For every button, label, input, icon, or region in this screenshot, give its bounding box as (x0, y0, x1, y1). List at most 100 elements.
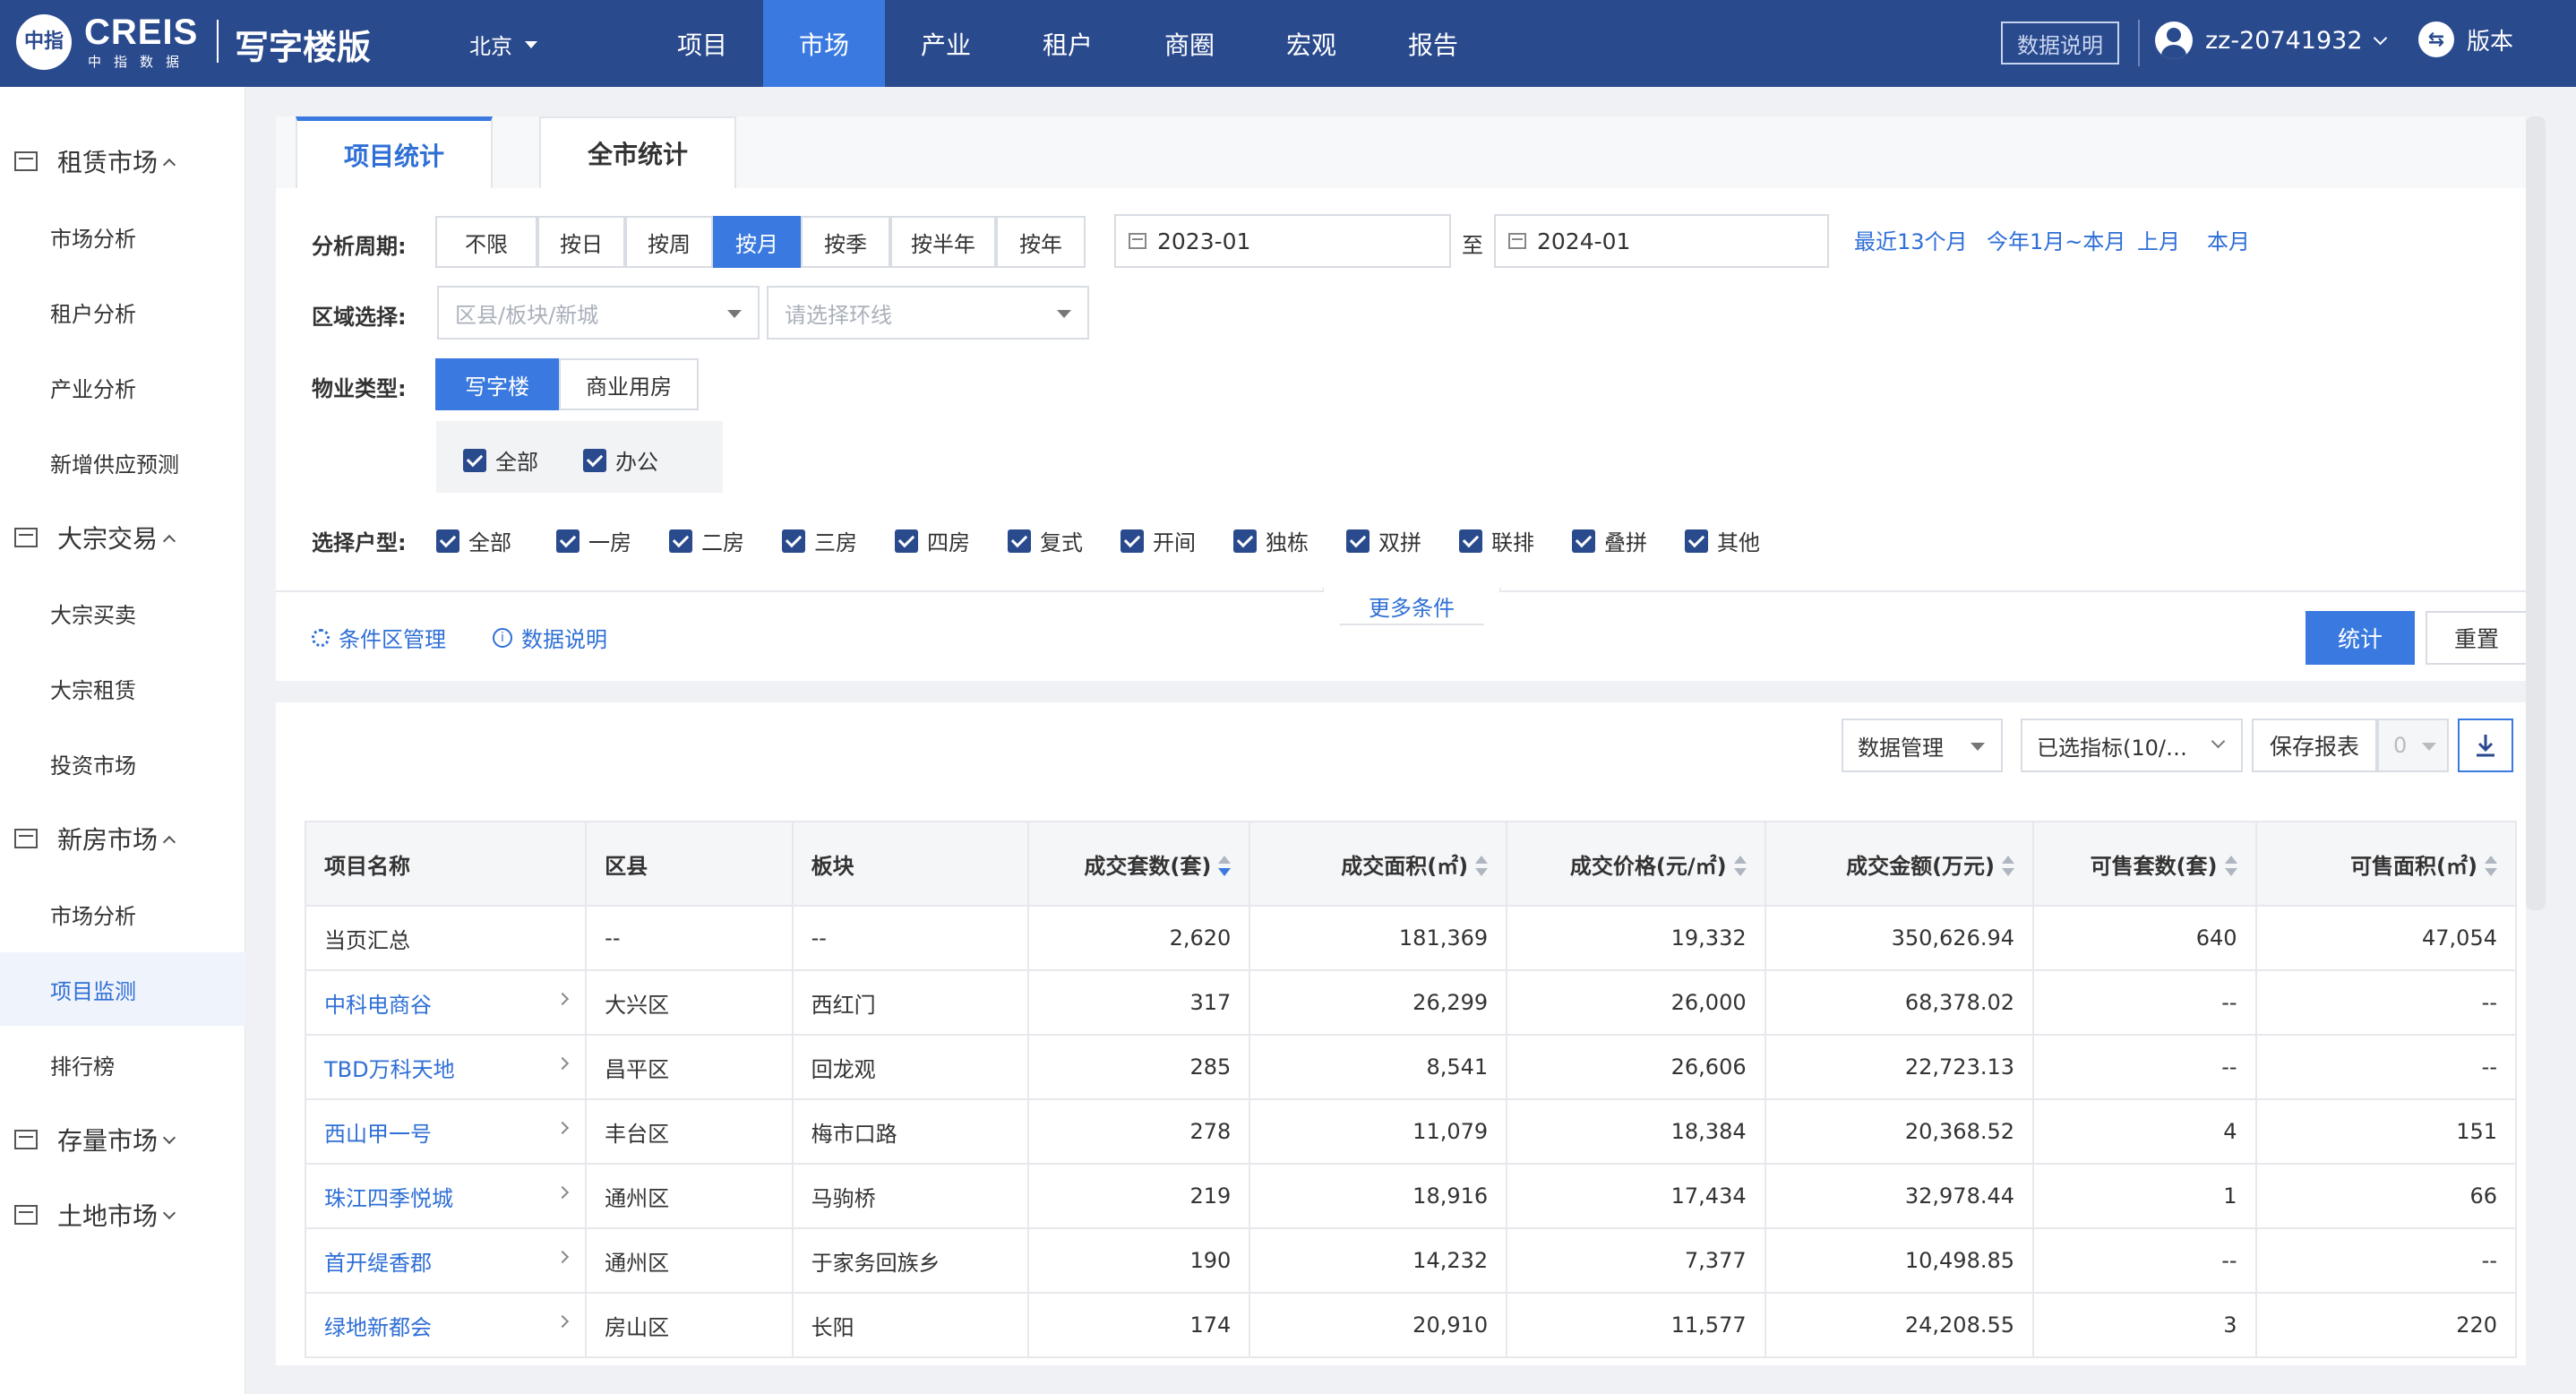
project-link-cell[interactable]: 绿地新都会 (304, 1292, 588, 1358)
tab-project-stats[interactable]: 项目统计 (296, 116, 493, 188)
sidebar-group-new-housing[interactable]: 新房市场 (0, 806, 245, 871)
sort-icon[interactable] (2002, 855, 2015, 879)
unit-checkbox-three-room[interactable]: 三房 (782, 525, 857, 556)
nav-item-macro[interactable]: 宏观 (1250, 0, 1372, 87)
property-option-commercial[interactable]: 商业用房 (559, 358, 699, 410)
period-option-quarterly[interactable]: 按季 (801, 216, 890, 268)
sidebar-item-tenant-analysis[interactable]: 租户分析 (0, 275, 245, 348)
column-header-deal-units[interactable]: 成交套数(套) (1027, 821, 1251, 907)
subtype-checkbox-all[interactable]: 全部 (463, 444, 538, 476)
chevron-right-icon[interactable] (556, 1314, 570, 1328)
nav-item-industry[interactable]: 产业 (885, 0, 1007, 87)
sidebar-item-industry-analysis[interactable]: 产业分析 (0, 350, 245, 424)
save-report-button[interactable]: 保存报表 (2252, 719, 2377, 772)
sidebar-item-project-monitoring[interactable]: 项目监测 (0, 952, 245, 1026)
sort-icon[interactable] (2224, 855, 2237, 879)
condition-manage-link[interactable]: 条件区管理 (312, 622, 446, 653)
nav-item-market[interactable]: 市场 (763, 0, 885, 87)
nav-item-business-district[interactable]: 商圈 (1129, 0, 1250, 87)
more-conditions-toggle[interactable]: 更多条件 (1322, 588, 1501, 625)
project-name-link[interactable]: 珠江四季悦城 (324, 1186, 453, 1211)
tab-city-stats[interactable]: 全市统计 (539, 116, 736, 188)
region-select[interactable]: 区县/板块/新城 (437, 286, 760, 340)
unit-checkbox-stacked[interactable]: 叠拼 (1572, 525, 1647, 556)
period-option-daily[interactable]: 按日 (537, 216, 625, 268)
sidebar-item-investment-market[interactable]: 投资市场 (0, 727, 245, 800)
sidebar-group-stock-market[interactable]: 存量市场 (0, 1107, 245, 1172)
project-name-link[interactable]: TBD万科天地 (324, 1057, 455, 1082)
page-scrollbar[interactable] (2526, 116, 2546, 910)
end-date-picker[interactable]: 2024-01 (1494, 214, 1829, 268)
sidebar-group-bulk-trade[interactable]: 大宗交易 (0, 505, 245, 570)
sidebar-item-ranking[interactable]: 排行榜 (0, 1028, 245, 1101)
report-count-select[interactable]: 0 (2377, 719, 2449, 772)
period-option-weekly[interactable]: 按周 (625, 216, 713, 268)
sort-desc-icon[interactable] (1218, 855, 1232, 879)
period-option-unlimited[interactable]: 不限 (435, 216, 537, 268)
unit-checkbox-four-room[interactable]: 四房 (895, 525, 970, 556)
column-header-available-units[interactable]: 可售套数(套) (2032, 821, 2257, 907)
chevron-right-icon[interactable] (556, 1121, 570, 1134)
project-link-cell[interactable]: TBD万科天地 (304, 1034, 588, 1100)
ring-road-select[interactable]: 请选择环线 (767, 286, 1089, 340)
quick-range-last-month[interactable]: 上月 (2137, 224, 2180, 255)
period-option-yearly[interactable]: 按年 (996, 216, 1086, 268)
property-option-office[interactable]: 写字楼 (435, 358, 559, 410)
sort-icon[interactable] (2485, 855, 2497, 879)
quick-range-this-month[interactable]: 本月 (2207, 224, 2250, 255)
project-link-cell[interactable]: 首开缇香郡 (304, 1227, 588, 1294)
sidebar-group-rental[interactable]: 租赁市场 (0, 129, 245, 194)
sort-icon[interactable] (1733, 855, 1747, 879)
project-link-cell[interactable]: 珠江四季悦城 (304, 1163, 588, 1229)
sidebar-group-land-market[interactable]: 土地市场 (0, 1183, 245, 1247)
column-header-deal-price[interactable]: 成交价格(元/㎡) (1506, 821, 1766, 907)
reset-button[interactable]: 重置 (2426, 611, 2528, 665)
sidebar-item-rental-market-analysis[interactable]: 市场分析 (0, 200, 245, 273)
unit-checkbox-detached[interactable]: 独栋 (1233, 525, 1309, 556)
quick-range-ytd[interactable]: 今年1月~本月 (1987, 224, 2125, 255)
city-selector[interactable]: 北京 (469, 29, 537, 60)
unit-checkbox-all[interactable]: 全部 (436, 525, 511, 556)
selected-metrics-dropdown[interactable]: 已选指标(10/… (2021, 719, 2243, 772)
chevron-right-icon[interactable] (556, 1056, 570, 1070)
unit-checkbox-other[interactable]: 其他 (1685, 525, 1760, 556)
data-explain-link[interactable]: i 数据说明 (493, 622, 607, 653)
data-explain-button[interactable]: 数据说明 (2001, 22, 2119, 65)
chevron-right-icon[interactable] (556, 1185, 570, 1199)
nav-item-project[interactable]: 项目 (641, 0, 763, 87)
subtype-checkbox-office[interactable]: 办公 (583, 444, 658, 476)
project-link-cell[interactable]: 西山甲一号 (304, 1098, 588, 1165)
unit-checkbox-studio[interactable]: 开间 (1121, 525, 1196, 556)
download-button[interactable] (2458, 719, 2513, 772)
period-option-monthly[interactable]: 按月 (713, 216, 801, 268)
unit-checkbox-duplex[interactable]: 复式 (1008, 525, 1083, 556)
project-name-link[interactable]: 绿地新都会 (324, 1315, 432, 1340)
column-header-deal-area[interactable]: 成交面积(㎡) (1249, 821, 1508, 907)
sidebar-item-new-market-analysis[interactable]: 市场分析 (0, 877, 245, 951)
version-switch[interactable]: ⇆ 版本 (2418, 22, 2513, 57)
sort-icon[interactable] (1475, 855, 1489, 879)
unit-checkbox-townhouse[interactable]: 联排 (1459, 525, 1534, 556)
quick-range-last-13-months[interactable]: 最近13个月 (1854, 224, 1968, 255)
period-option-half-year[interactable]: 按半年 (890, 216, 996, 268)
project-name-link[interactable]: 首开缇香郡 (324, 1251, 432, 1276)
unit-checkbox-semi-detached[interactable]: 双拼 (1346, 525, 1421, 556)
chevron-right-icon[interactable] (556, 1250, 570, 1263)
unit-checkbox-two-room[interactable]: 二房 (669, 525, 744, 556)
sidebar-item-bulk-lease[interactable]: 大宗租赁 (0, 651, 245, 725)
start-date-picker[interactable]: 2023-01 (1114, 214, 1451, 268)
data-manage-dropdown[interactable]: 数据管理 (1842, 719, 2003, 772)
column-header-deal-amount[interactable]: 成交金额(万元) (1764, 821, 2035, 907)
project-link-cell[interactable]: 中科电商谷 (304, 969, 588, 1036)
column-header-available-area[interactable]: 可售面积(㎡) (2254, 821, 2518, 907)
nav-item-report[interactable]: 报告 (1372, 0, 1494, 87)
project-name-link[interactable]: 中科电商谷 (324, 993, 432, 1018)
chevron-right-icon[interactable] (556, 992, 570, 1005)
stat-button[interactable]: 统计 (2306, 611, 2415, 665)
user-menu[interactable]: zz-20741932 (2155, 22, 2387, 59)
sidebar-item-new-supply-forecast[interactable]: 新增供应预测 (0, 426, 245, 499)
nav-item-tenant[interactable]: 租户 (1007, 0, 1129, 87)
sidebar-item-bulk-sale[interactable]: 大宗买卖 (0, 576, 245, 650)
project-name-link[interactable]: 西山甲一号 (324, 1122, 432, 1147)
unit-checkbox-one-room[interactable]: 一房 (556, 525, 631, 556)
